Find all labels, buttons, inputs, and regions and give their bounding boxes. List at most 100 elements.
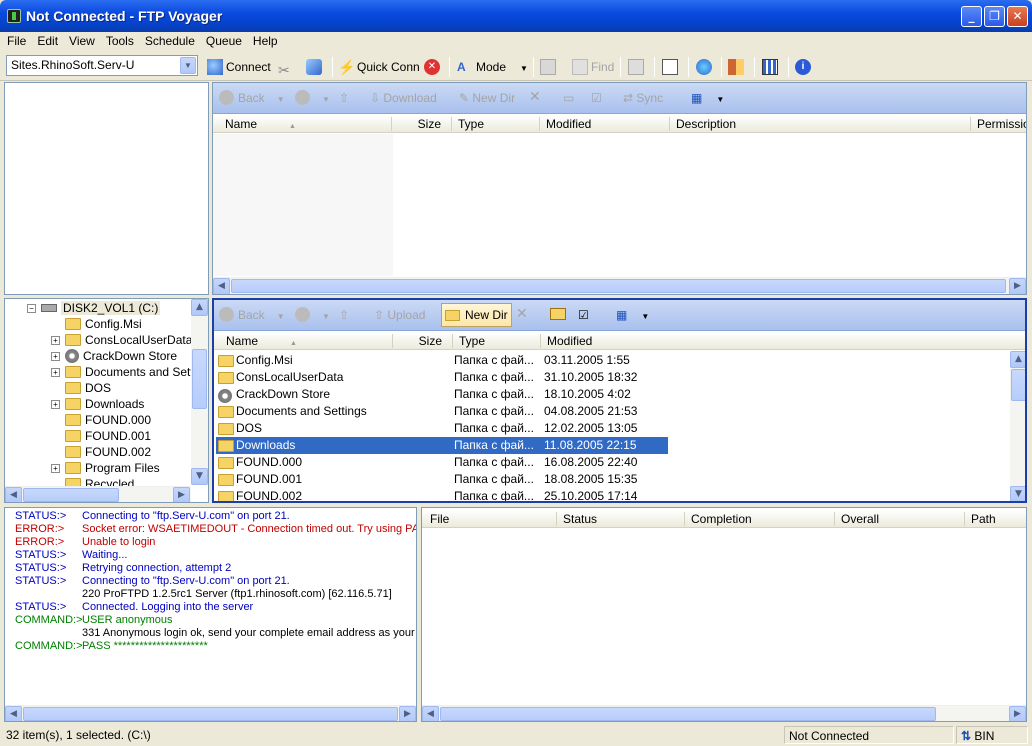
scheduler-button[interactable] [662, 56, 681, 78]
expand-icon[interactable]: + [51, 400, 60, 409]
scroll-up-icon[interactable]: ▲ [1010, 351, 1025, 368]
col-name[interactable]: Name ▲ [213, 117, 391, 131]
connect-button[interactable]: Connect [207, 56, 271, 78]
scroll-down-icon[interactable]: ▼ [191, 468, 208, 485]
local-explore-button[interactable] [550, 308, 566, 323]
remote-forward-button[interactable]: ▼ [295, 90, 330, 106]
scroll-thumb[interactable] [23, 488, 119, 502]
options-button[interactable] [762, 56, 781, 78]
remote-tree[interactable] [4, 82, 209, 295]
col-description[interactable]: Description [669, 117, 969, 131]
remote-back-button[interactable]: Back ▼ [219, 90, 285, 106]
disconnect-button[interactable]: ✂ [278, 56, 297, 78]
local-forward-button[interactable]: ▼ [295, 307, 330, 323]
permissions-button[interactable] [728, 56, 747, 78]
scroll-left-icon[interactable]: ◀ [5, 487, 22, 502]
mode-button[interactable]: A Mode ▼ [457, 56, 528, 78]
file-row[interactable]: FOUND.000 Папка с фай... 16.08.2005 22:40 [216, 454, 668, 471]
download-button[interactable]: ⇩ Download [370, 91, 437, 105]
local-new-dir-button[interactable]: New Dir [441, 303, 512, 327]
tree-vscrollbar[interactable]: ▲ ▼ [191, 299, 208, 485]
local-delete-button[interactable]: ✕ [516, 305, 528, 322]
scroll-thumb[interactable] [231, 279, 1006, 293]
scroll-thumb[interactable] [440, 707, 936, 721]
col-size[interactable]: Size [391, 117, 445, 131]
local-back-button[interactable]: Back ▼ [219, 307, 285, 323]
col-completion[interactable]: Completion [684, 512, 834, 526]
col-type[interactable]: Type [451, 117, 537, 131]
local-view-button[interactable]: ▦ ▼ [616, 308, 649, 322]
quick-connect-button[interactable]: ⚡ Quick Conn [338, 56, 420, 78]
menu-file[interactable]: File [0, 32, 30, 48]
reconnect-button[interactable] [306, 56, 325, 78]
stop-button[interactable]: ✕ [424, 56, 443, 78]
tree-item[interactable]: Config.Msi [51, 317, 142, 333]
maximize-button[interactable]: ❐ [984, 6, 1005, 27]
tree-item[interactable]: + Documents and Settir [51, 365, 200, 381]
log-hscrollbar[interactable]: ◀ ▶ [5, 705, 416, 721]
find-button[interactable]: Find [572, 56, 614, 78]
col-modified[interactable]: Modified [539, 117, 669, 131]
remote-copy-button[interactable]: ▭ [563, 91, 574, 105]
menu-help[interactable]: Help [246, 32, 282, 48]
scroll-left-icon[interactable]: ◀ [5, 706, 22, 721]
collapse-icon[interactable]: − [27, 304, 36, 313]
remote-new-dir-button[interactable]: ✎ New Dir [459, 91, 515, 105]
expand-icon[interactable]: + [51, 336, 60, 345]
col-permission[interactable]: Permission [970, 117, 1026, 131]
menu-edit[interactable]: Edit [30, 32, 62, 48]
site-selector[interactable]: Sites.RhinoSoft.Serv-U ▼ [6, 55, 198, 76]
col-overall[interactable]: Overall [834, 512, 964, 526]
transfer-button[interactable] [696, 56, 715, 78]
remote-view-button[interactable]: ▦ ▼ [691, 91, 724, 105]
col-name[interactable]: Name ▲ [214, 334, 392, 348]
col-type[interactable]: Type [452, 334, 538, 348]
upload-button[interactable]: ⇧ Upload [374, 308, 425, 322]
scroll-right-icon[interactable]: ▶ [1009, 706, 1026, 721]
remote-delete-button[interactable]: ✕ [529, 88, 541, 105]
close-button[interactable]: ✕ [1007, 6, 1028, 27]
file-row[interactable]: Config.Msi Папка с фай... 03.11.2005 1:55 [216, 352, 668, 369]
file-row[interactable]: ConsLocalUserData Папка с фай... 31.10.200… [216, 369, 668, 386]
expand-icon[interactable]: + [51, 352, 60, 361]
tree-item[interactable]: FOUND.001 [51, 429, 151, 445]
scroll-thumb[interactable] [192, 349, 207, 409]
tree-item[interactable]: + Program Files [51, 461, 160, 477]
local-vscrollbar[interactable]: ▲ ▼ [1010, 351, 1025, 501]
file-row[interactable]: CrackDown Store Папка с фай... 18.10.2005 … [216, 386, 668, 403]
expand-icon[interactable]: + [51, 368, 60, 377]
scroll-thumb[interactable] [23, 707, 398, 721]
col-path[interactable]: Path [964, 512, 1026, 526]
file-row[interactable]: Downloads Папка с фай... 11.08.2005 22:15 [216, 437, 668, 454]
minimize-button[interactable]: _ [961, 6, 982, 27]
file-row[interactable]: Documents and Settings Папка с фай... 04.0… [216, 403, 668, 420]
file-row[interactable]: FOUND.001 Папка с фай... 18.08.2005 15:35 [216, 471, 668, 488]
local-up-button[interactable]: ⇧ [339, 308, 349, 322]
tree-hscrollbar[interactable]: ◀ ▶ [5, 486, 191, 502]
col-size[interactable]: Size [392, 334, 446, 348]
local-check-button[interactable]: ☑ [578, 308, 589, 322]
properties-button[interactable] [540, 56, 559, 78]
remote-hscrollbar[interactable]: ◀ ▶ [213, 277, 1026, 294]
tree-item[interactable]: FOUND.002 [51, 445, 151, 461]
scroll-right-icon[interactable]: ▶ [1009, 278, 1026, 294]
col-file[interactable]: File [422, 512, 556, 526]
menu-schedule[interactable]: Schedule [138, 32, 199, 48]
scroll-left-icon[interactable]: ◀ [422, 706, 439, 721]
file-row[interactable]: DOS Папка с фай... 12.02.2005 13:05 [216, 420, 668, 437]
col-modified[interactable]: Modified [540, 334, 670, 348]
edit-button[interactable] [628, 56, 647, 78]
col-status[interactable]: Status [556, 512, 682, 526]
chevron-down-icon[interactable]: ▼ [180, 57, 196, 74]
scroll-thumb[interactable] [1011, 369, 1025, 401]
about-button[interactable]: i [795, 56, 814, 78]
scroll-right-icon[interactable]: ▶ [399, 706, 416, 721]
remote-check-button[interactable]: ☑ [591, 91, 602, 105]
tree-root[interactable]: − DISK2_VOL1 (C:) [27, 301, 161, 317]
file-row[interactable]: FOUND.002 Папка с фай... 25.10.2005 17:14 [216, 488, 668, 501]
tree-item[interactable]: + Downloads [51, 397, 144, 413]
scroll-up-icon[interactable]: ▲ [191, 299, 208, 316]
queue-hscrollbar[interactable]: ◀ ▶ [422, 705, 1026, 721]
remote-up-button[interactable]: ⇧ [339, 91, 349, 105]
sync-button[interactable]: ⇄ Sync [623, 91, 663, 105]
